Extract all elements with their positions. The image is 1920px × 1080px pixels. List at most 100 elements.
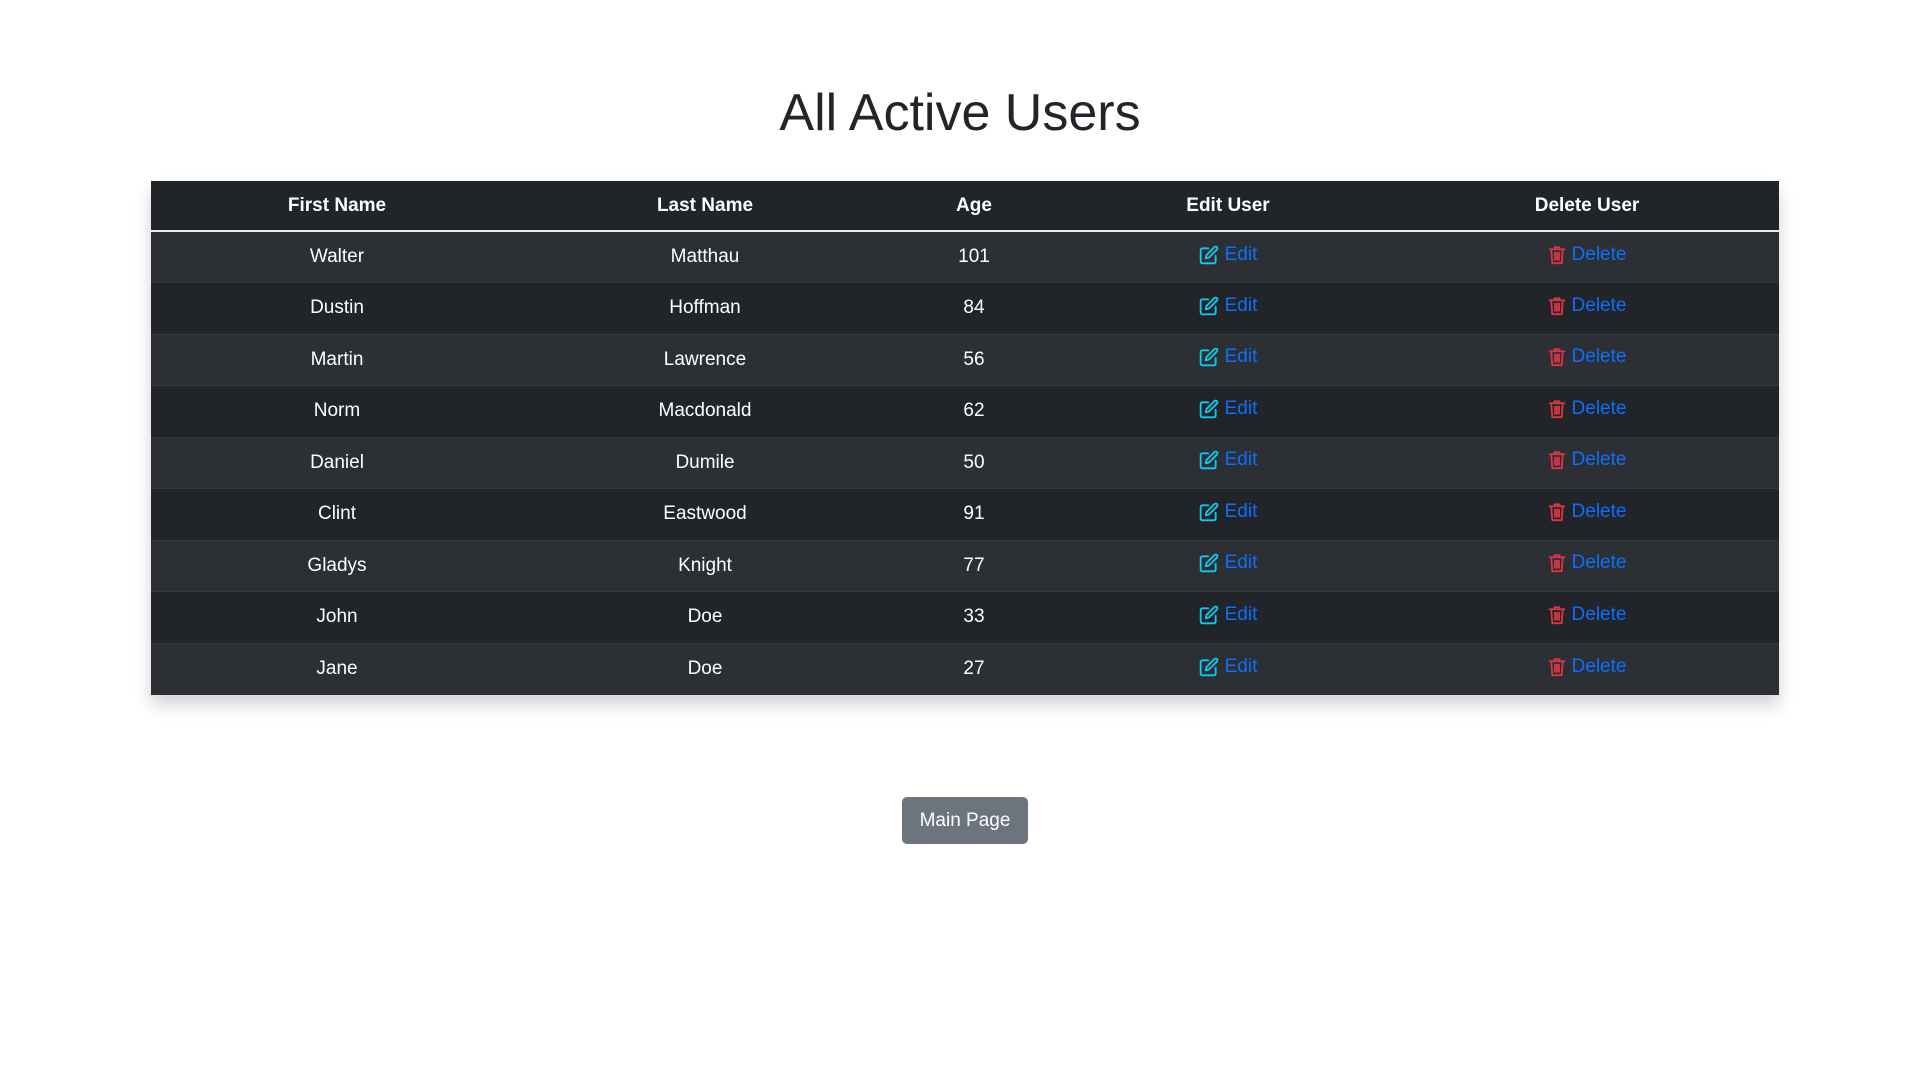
edit-icon <box>1199 296 1219 316</box>
delete-label: Delete <box>1571 603 1627 625</box>
edit-label: Edit <box>1224 500 1258 522</box>
cell-delete: Delete <box>1395 230 1779 283</box>
cell-last-name: Knight <box>523 539 887 592</box>
header-first-name: First Name <box>151 181 523 232</box>
delete-label: Delete <box>1571 655 1627 677</box>
edit-icon <box>1199 502 1219 522</box>
edit-user-link[interactable]: Edit <box>1199 243 1258 266</box>
edit-label: Edit <box>1224 655 1258 677</box>
page-title: All Active Users <box>779 84 1141 142</box>
table-row: Norm Macdonald 62 Edit Delete <box>151 385 1779 437</box>
edit-label: Edit <box>1224 243 1258 265</box>
cell-age: 91 <box>887 488 1061 540</box>
table-header-row: First Name Last Name Age Edit User Delet… <box>151 181 1779 232</box>
table-body: Walter Matthau 101 Edit Delete Dustin Hoffman 8… <box>151 230 1779 695</box>
cell-age: 62 <box>887 385 1061 437</box>
edit-user-link[interactable]: Edit <box>1199 500 1258 523</box>
cell-edit: Edit <box>1061 230 1395 283</box>
header-delete-user: Delete User <box>1395 181 1779 232</box>
cell-delete: Delete <box>1395 539 1779 592</box>
trash-icon <box>1548 553 1566 573</box>
table-header: First Name Last Name Age Edit User Delet… <box>151 181 1779 232</box>
cell-edit: Edit <box>1061 539 1395 592</box>
header-edit-user: Edit User <box>1061 181 1395 232</box>
cell-delete: Delete <box>1395 333 1779 386</box>
edit-icon <box>1199 657 1219 677</box>
cell-first-name: Clint <box>151 488 523 540</box>
delete-user-link[interactable]: Delete <box>1548 346 1627 368</box>
edit-icon <box>1199 399 1219 419</box>
cell-last-name: Doe <box>523 591 887 643</box>
cell-first-name: Jane <box>151 642 523 695</box>
delete-label: Delete <box>1571 449 1627 471</box>
cell-edit: Edit <box>1061 488 1395 540</box>
edit-user-link[interactable]: Edit <box>1199 449 1257 471</box>
edit-icon <box>1199 347 1219 367</box>
table-row: Jane Doe 27 Edit Delete <box>151 642 1779 695</box>
cell-edit: Edit <box>1061 642 1395 695</box>
delete-label: Delete <box>1571 500 1627 522</box>
cell-edit: Edit <box>1061 282 1395 334</box>
trash-icon <box>1548 347 1566 367</box>
header-last-name: Last Name <box>523 181 887 232</box>
delete-label: Delete <box>1571 397 1627 419</box>
cell-delete: Delete <box>1395 436 1779 489</box>
cell-first-name: Walter <box>151 230 523 283</box>
edit-icon <box>1199 553 1219 573</box>
cell-first-name: Daniel <box>151 436 523 489</box>
delete-label: Delete <box>1571 243 1627 265</box>
cell-first-name: Norm <box>151 385 523 437</box>
cell-age: 101 <box>887 230 1061 283</box>
edit-label: Edit <box>1224 397 1258 419</box>
cell-first-name: John <box>151 591 523 643</box>
table-row: Martin Lawrence 56 Edit Delete <box>151 333 1779 386</box>
edit-user-link[interactable]: Edit <box>1199 295 1257 317</box>
edit-user-link[interactable]: Edit <box>1199 346 1257 368</box>
trash-icon <box>1548 605 1566 625</box>
cell-first-name: Gladys <box>151 539 523 592</box>
cell-last-name: Macdonald <box>523 385 887 437</box>
cell-first-name: Martin <box>151 333 523 386</box>
users-table-container: First Name Last Name Age Edit User Delet… <box>151 181 1779 695</box>
delete-user-link[interactable]: Delete <box>1548 552 1627 574</box>
cell-last-name: Doe <box>523 642 887 695</box>
cell-last-name: Eastwood <box>523 488 887 540</box>
delete-user-link[interactable]: Delete <box>1548 397 1627 420</box>
edit-user-link[interactable]: Edit <box>1199 397 1258 420</box>
edit-label: Edit <box>1224 552 1258 574</box>
cell-edit: Edit <box>1061 385 1395 437</box>
cell-delete: Delete <box>1395 591 1779 643</box>
cell-age: 56 <box>887 333 1061 386</box>
edit-label: Edit <box>1224 603 1258 625</box>
edit-user-link[interactable]: Edit <box>1199 655 1258 678</box>
trash-icon <box>1548 657 1566 677</box>
delete-label: Delete <box>1571 346 1627 368</box>
edit-user-link[interactable]: Edit <box>1199 552 1258 574</box>
cell-first-name: Dustin <box>151 282 523 334</box>
delete-user-link[interactable]: Delete <box>1548 294 1627 317</box>
table-row: Daniel Dumile 50 Edit Delete <box>151 436 1779 489</box>
cell-age: 50 <box>887 436 1061 489</box>
edit-icon <box>1199 450 1219 470</box>
edit-user-link[interactable]: Edit <box>1199 603 1258 626</box>
delete-user-link[interactable]: Delete <box>1548 449 1627 471</box>
cell-age: 27 <box>887 642 1061 695</box>
cell-edit: Edit <box>1061 436 1395 489</box>
cell-edit: Edit <box>1061 591 1395 643</box>
cell-last-name: Matthau <box>523 230 887 283</box>
delete-user-link[interactable]: Delete <box>1548 655 1627 678</box>
delete-user-link[interactable]: Delete <box>1548 500 1627 523</box>
table-row: Dustin Hoffman 84 Edit Delete <box>151 282 1779 334</box>
cell-last-name: Dumile <box>523 436 887 489</box>
main-page-button[interactable]: Main Page <box>902 797 1028 844</box>
delete-label: Delete <box>1571 552 1627 574</box>
trash-icon <box>1548 450 1566 470</box>
header-age: Age <box>887 181 1061 232</box>
delete-label: Delete <box>1571 294 1627 316</box>
delete-user-link[interactable]: Delete <box>1548 603 1627 626</box>
trash-icon <box>1548 399 1566 419</box>
cell-age: 84 <box>887 282 1061 334</box>
trash-icon <box>1548 502 1566 522</box>
delete-user-link[interactable]: Delete <box>1548 243 1627 266</box>
table-row: Gladys Knight 77 Edit Delete <box>151 539 1779 592</box>
